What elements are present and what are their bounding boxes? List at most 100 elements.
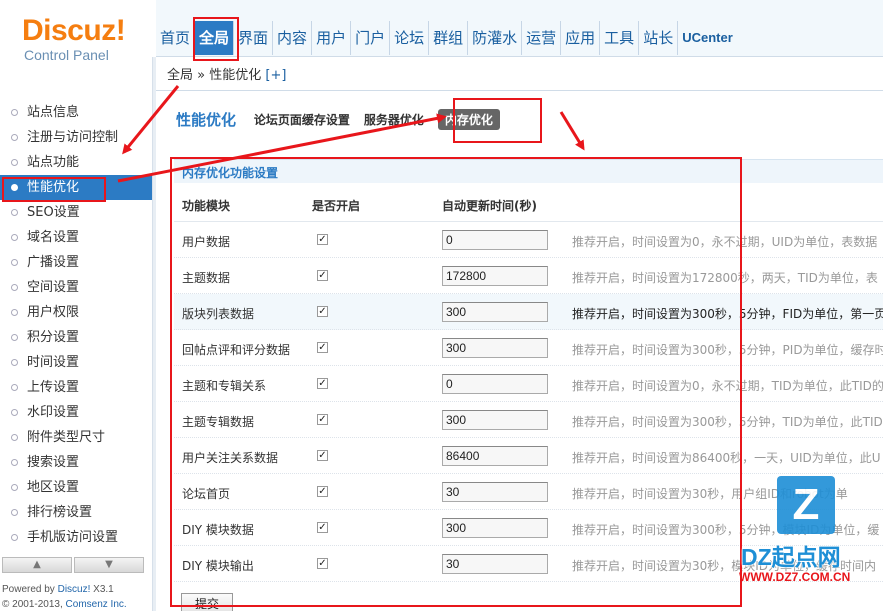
enable-checkbox[interactable]: ✓	[317, 558, 328, 569]
table-row: 主题数据 ✓ 172800 推荐开启，时间设置为172800秒，两天，TID为单位，表	[174, 258, 883, 294]
logo-brand: Discuz!	[22, 14, 126, 47]
breadcrumb-separator: »	[197, 68, 206, 83]
sidebar-item-1[interactable]: 注册与访问控制	[0, 125, 152, 150]
sidebar-item-16[interactable]: 排行榜设置	[0, 500, 152, 525]
page-title: 性能优化	[176, 111, 237, 129]
sidebar-item-label: 时间设置	[27, 355, 80, 370]
nav-item-12[interactable]: 站长	[639, 21, 679, 55]
ttl-input[interactable]: 300	[442, 338, 548, 358]
sidebar-item-14[interactable]: 搜索设置	[0, 450, 152, 475]
sidebar-item-label: 空间设置	[27, 280, 80, 295]
nav-item-0[interactable]: 首页	[156, 21, 196, 55]
nav-item-5[interactable]: 门户	[351, 21, 391, 55]
admin-control-panel: Discuz! Control Panel 首页 全局 界面 内容 用户 门户 论坛 群组 防灌…	[0, 0, 883, 611]
sidebar-item-12[interactable]: 水印设置	[0, 400, 152, 425]
watermark: Z DZ起点网 WWW.DZ7.COM.CN	[733, 476, 883, 611]
subtab-0[interactable]: 论坛页面缓存设置	[254, 111, 350, 128]
ttl-input[interactable]: 300	[442, 410, 548, 430]
ttl-input[interactable]: 0	[442, 374, 548, 394]
powered-brand-link[interactable]: Discuz!	[58, 584, 91, 595]
nav-item-4[interactable]: 用户	[312, 21, 352, 55]
ttl-input[interactable]: 172800	[442, 266, 548, 286]
top-nav: 首页 全局 界面 内容 用户 门户 论坛 群组 防灌水 运营 应用 工具 站长 UCenter	[156, 0, 883, 57]
scroll-down-button[interactable]: ▼	[74, 557, 144, 573]
ttl-input[interactable]: 300	[442, 302, 548, 322]
enable-checkbox[interactable]: ✓	[317, 270, 328, 281]
sidebar-item-5[interactable]: 域名设置	[0, 225, 152, 250]
sidebar-item-0[interactable]: 站点信息	[0, 100, 152, 125]
sidebar-item-2[interactable]: 站点功能	[0, 150, 152, 175]
sidebar-item-15[interactable]: 地区设置	[0, 475, 152, 500]
ttl-input[interactable]: 0	[442, 230, 548, 250]
enable-checkbox[interactable]: ✓	[317, 234, 328, 245]
nav-item-13[interactable]: UCenter	[678, 21, 737, 55]
sidebar-item-label: 搜索设置	[27, 455, 80, 470]
bullet-icon	[11, 434, 18, 441]
sidebar-item-label: 积分设置	[27, 330, 80, 345]
row-tip: 推荐开启，时间设置为86400秒，一天，UID为单位，此U	[572, 451, 881, 465]
bullet-icon	[11, 234, 18, 241]
watermark-url: WWW.DZ7.COM.CN	[739, 570, 851, 584]
breadcrumb-add-shortcut[interactable]: [+]	[265, 68, 286, 83]
sidebar-item-label: 排行榜设置	[27, 505, 93, 520]
sidebar-item-label: 注册与访问控制	[27, 130, 119, 145]
nav-item-6[interactable]: 论坛	[390, 21, 430, 55]
subtab-1[interactable]: 服务器优化	[364, 111, 424, 128]
subtab-2[interactable]: 内存优化	[437, 109, 500, 130]
section-title: 内存优化功能设置	[182, 166, 279, 180]
sidebar-item-11[interactable]: 上传设置	[0, 375, 152, 400]
enable-checkbox[interactable]: ✓	[317, 378, 328, 389]
ttl-input[interactable]: 86400	[442, 446, 548, 466]
sidebar-item-17[interactable]: 手机版访问设置	[0, 525, 152, 550]
sidebar-item-6[interactable]: 广播设置	[0, 250, 152, 275]
enable-checkbox[interactable]: ✓	[317, 342, 328, 353]
row-tip: 推荐开启，时间设置为300秒，5分钟，FID为单位，第一页	[572, 307, 883, 321]
bullet-icon	[11, 134, 18, 141]
enable-checkbox[interactable]: ✓	[317, 522, 328, 533]
logo-subtitle: Control Panel	[24, 47, 109, 63]
nav-item-10[interactable]: 应用	[561, 21, 601, 55]
enable-checkbox[interactable]: ✓	[317, 486, 328, 497]
sidebar-item-9[interactable]: 积分设置	[0, 325, 152, 350]
ttl-input[interactable]: 30	[442, 554, 548, 574]
nav-item-3[interactable]: 内容	[273, 21, 313, 55]
bullet-icon	[11, 534, 18, 541]
enable-checkbox[interactable]: ✓	[317, 414, 328, 425]
sidebar: 站点信息注册与访问控制站点功能 性能优化 SEO设置域名设置广播设置空间设置用户权限…	[0, 90, 152, 611]
breadcrumb: 全局 » 性能优化 [+]	[156, 57, 883, 91]
ttl-input[interactable]: 300	[442, 518, 548, 538]
sidebar-item-label: SEO设置	[27, 205, 80, 220]
nav-item-8[interactable]: 防灌水	[468, 21, 523, 55]
sidebar-item-label: 广播设置	[27, 255, 80, 270]
bullet-icon	[11, 259, 18, 266]
comsenz-link[interactable]: Comsenz Inc.	[66, 599, 127, 610]
sidebar-item-3[interactable]: 性能优化	[0, 175, 152, 200]
sidebar-item-4[interactable]: SEO设置	[0, 200, 152, 225]
sidebar-scroll-controls: ▲ ▼	[0, 557, 152, 575]
nav-item-1[interactable]: 全局	[195, 21, 235, 55]
sidebar-item-label: 上传设置	[27, 380, 80, 395]
module-name: DIY 模块输出	[182, 559, 254, 573]
nav-item-9[interactable]: 运营	[522, 21, 562, 55]
sidebar-item-8[interactable]: 用户权限	[0, 300, 152, 325]
sidebar-item-label: 域名设置	[27, 230, 80, 245]
submit-button[interactable]: 提交	[181, 593, 233, 611]
enable-checkbox[interactable]: ✓	[317, 450, 328, 461]
arrow-up-icon: ▲	[33, 559, 41, 570]
nav-item-11[interactable]: 工具	[600, 21, 640, 55]
row-tip: 推荐开启，时间设置为300秒，5分钟，TID为单位，此TID	[572, 415, 883, 429]
powered-by: Powered by Discuz! X3.1 © 2001-2013, Com…	[2, 582, 127, 611]
page-header: 性能优化 论坛页面缓存设置 服务器优化 内存优化	[176, 109, 514, 130]
enable-checkbox[interactable]: ✓	[317, 306, 328, 317]
arrow-down-icon: ▼	[105, 559, 113, 570]
nav-item-7[interactable]: 群组	[429, 21, 469, 55]
sidebar-item-7[interactable]: 空间设置	[0, 275, 152, 300]
breadcrumb-parent[interactable]: 全局	[167, 68, 193, 83]
discuz-logo[interactable]: Discuz! Control Panel	[22, 14, 126, 64]
sidebar-item-10[interactable]: 时间设置	[0, 350, 152, 375]
sidebar-item-13[interactable]: 附件类型尺寸	[0, 425, 152, 450]
ttl-input[interactable]: 30	[442, 482, 548, 502]
scroll-up-button[interactable]: ▲	[2, 557, 72, 573]
sidebar-item-label: 水印设置	[27, 405, 80, 420]
nav-item-2[interactable]: 界面	[234, 21, 274, 55]
